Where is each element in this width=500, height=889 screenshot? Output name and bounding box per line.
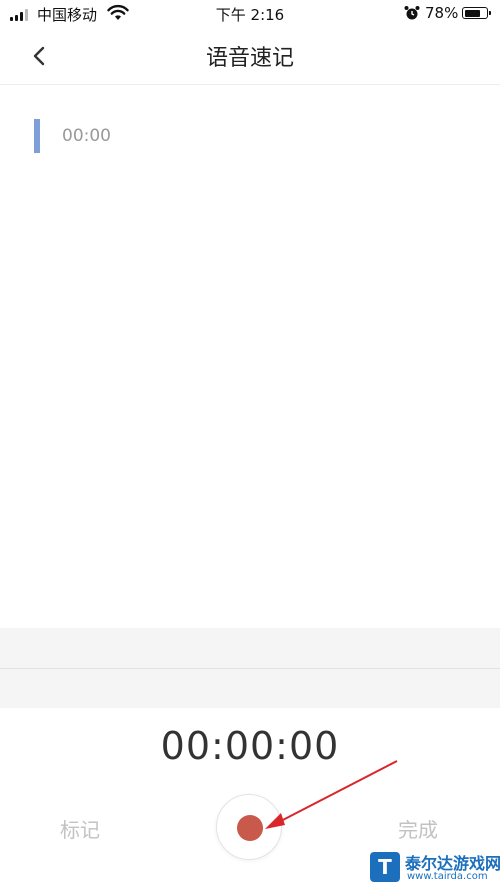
list-item[interactable]: 00:00 <box>34 119 234 153</box>
battery-fill <box>464 9 481 17</box>
watermark-url: www.tairda.com <box>407 871 488 882</box>
watermark-logo: T 泰尔达游戏网 www.tairda.com <box>370 848 500 886</box>
page-title: 语音速记 <box>205 46 294 71</box>
marker-time: 00:00 <box>62 126 111 146</box>
mark-button[interactable]: 标记 <box>50 814 110 844</box>
done-button[interactable]: 完成 <box>388 814 448 844</box>
back-button[interactable] <box>24 40 56 72</box>
watermark-logo-letter: T <box>378 855 392 879</box>
chevron-left-icon <box>33 46 45 66</box>
nav-bar: 语音速记 <box>0 28 500 85</box>
alarm-icon <box>404 6 420 20</box>
battery-percent: 78% <box>425 4 459 22</box>
battery-icon <box>462 7 491 19</box>
marker-bar <box>34 119 40 153</box>
record-button[interactable] <box>216 794 282 860</box>
watermark-logo-icon: T <box>370 852 400 882</box>
status-bar: 中国移动 下午 2:16 78% <box>0 0 500 28</box>
divider <box>0 668 500 669</box>
record-icon <box>237 815 263 841</box>
recording-timer: 00:00:00 <box>160 724 340 768</box>
separator-band <box>0 628 500 708</box>
